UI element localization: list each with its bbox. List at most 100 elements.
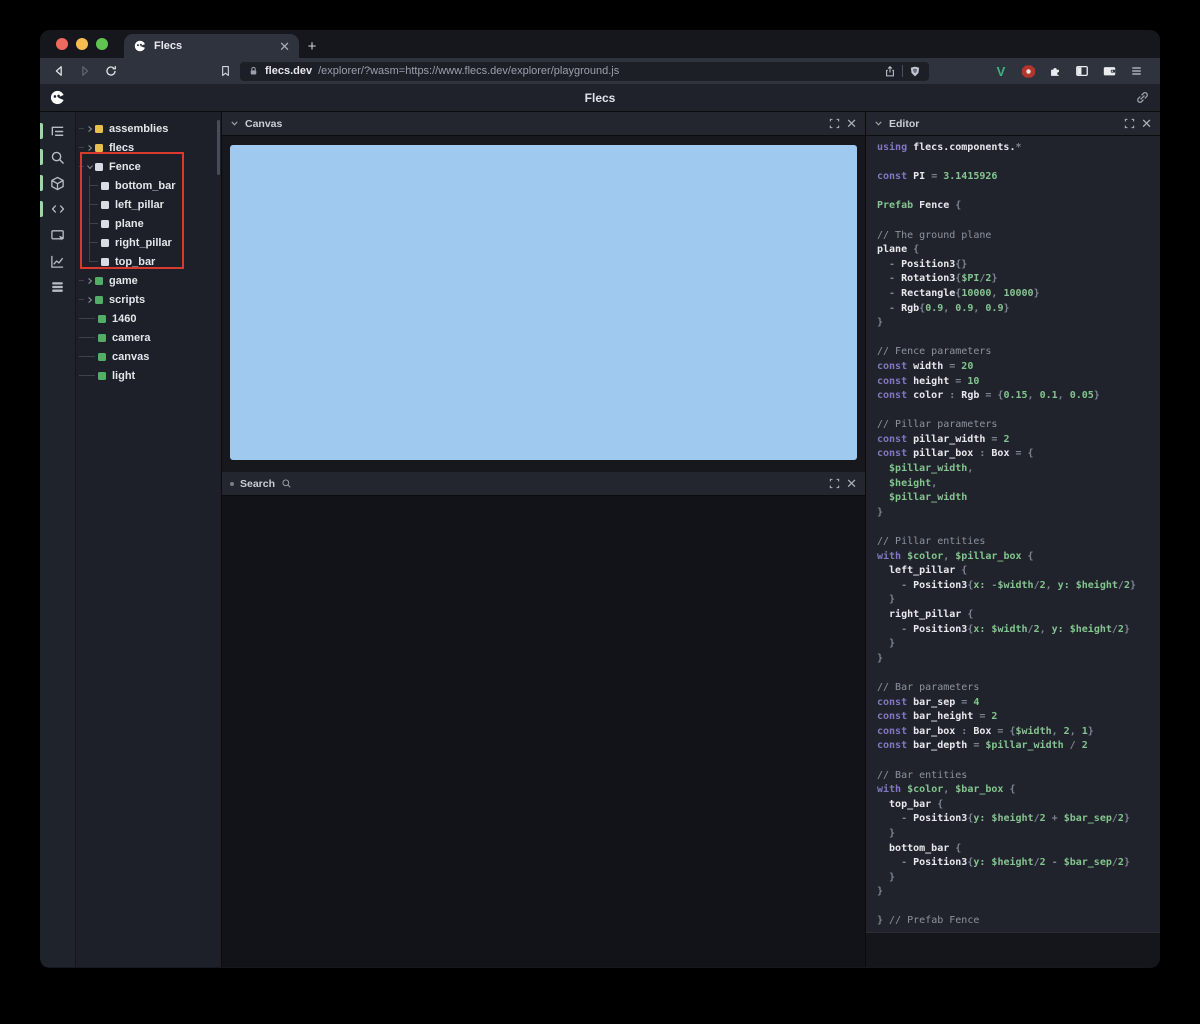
chevron-down-icon[interactable] bbox=[84, 163, 95, 171]
tree-item-label: plane bbox=[115, 217, 144, 230]
vue-devtools-icon[interactable]: V bbox=[991, 61, 1011, 81]
render-canvas[interactable] bbox=[230, 145, 857, 460]
tree-item-camera[interactable]: camera bbox=[76, 328, 221, 347]
tree-item-flecs[interactable]: flecs bbox=[76, 138, 221, 157]
chevron-right-icon[interactable] bbox=[84, 125, 95, 133]
minimize-window-button[interactable] bbox=[76, 38, 88, 50]
close-panel-icon[interactable]: ✕ bbox=[846, 117, 857, 130]
page-title: Flecs bbox=[584, 90, 616, 105]
chevron-down-icon[interactable] bbox=[874, 119, 883, 128]
tree-view-icon[interactable] bbox=[40, 118, 75, 144]
chevron-right-icon[interactable] bbox=[84, 296, 95, 304]
reload-button[interactable] bbox=[102, 62, 120, 80]
menu-icon[interactable] bbox=[1126, 61, 1146, 81]
code-line: with $color, $pillar_box { bbox=[877, 550, 1034, 562]
new-tab-button[interactable]: + bbox=[299, 34, 325, 58]
link-icon[interactable] bbox=[1135, 90, 1150, 105]
code-line: const bar_sep = 4 bbox=[877, 696, 980, 708]
tree-item-light[interactable]: light bbox=[76, 366, 221, 385]
forward-button[interactable] bbox=[76, 62, 94, 80]
entity-square-icon bbox=[98, 352, 106, 361]
tree-item-scripts[interactable]: scripts bbox=[76, 290, 221, 309]
code-line: // Pillar entities bbox=[877, 536, 986, 548]
code-line: const bar_depth = $pillar_width / 2 bbox=[877, 740, 1088, 752]
canvas-panel-title: Canvas bbox=[245, 117, 283, 130]
search-panel-header[interactable]: Search ✕ bbox=[222, 472, 865, 496]
tree-connector bbox=[90, 204, 98, 205]
tab-close-icon[interactable]: ✕ bbox=[279, 40, 290, 53]
chevron-down-icon[interactable] bbox=[230, 119, 239, 128]
code-line: $pillar_width bbox=[877, 492, 968, 504]
inspect-icon[interactable] bbox=[40, 222, 75, 248]
code-line: - Position3{x: $width/2, y: $height/2} bbox=[877, 623, 1130, 635]
entity-square-icon bbox=[95, 295, 103, 304]
entity-square-icon bbox=[98, 333, 106, 342]
back-button[interactable] bbox=[50, 62, 68, 80]
browser-tab[interactable]: Flecs ✕ bbox=[124, 34, 299, 58]
wallet-icon[interactable] bbox=[1099, 61, 1119, 81]
search-icon[interactable] bbox=[40, 144, 75, 170]
entity-square-icon bbox=[95, 162, 103, 171]
tree-item-top_bar[interactable]: top_bar bbox=[76, 252, 221, 271]
entity-square-icon bbox=[101, 200, 109, 209]
tree-item-label: top_bar bbox=[115, 255, 156, 268]
entity-square-icon bbox=[101, 257, 109, 266]
tree-item-left_pillar[interactable]: left_pillar bbox=[76, 195, 221, 214]
close-panel-icon[interactable]: ✕ bbox=[846, 477, 857, 490]
url-bar[interactable]: flecs.dev /explorer/?wasm=https://www.fl… bbox=[240, 61, 929, 81]
expand-icon[interactable] bbox=[829, 118, 840, 129]
editor-panel-header[interactable]: Editor ✕ bbox=[866, 112, 1160, 136]
chart-icon[interactable] bbox=[40, 248, 75, 274]
adblock-extension-icon[interactable] bbox=[1018, 61, 1038, 81]
tree-item-assemblies[interactable]: assemblies bbox=[76, 119, 221, 138]
extensions-puzzle-icon[interactable] bbox=[1045, 61, 1065, 81]
panel-dot-icon[interactable] bbox=[230, 481, 234, 486]
code-line: // The ground plane bbox=[877, 229, 992, 241]
tree-connector bbox=[89, 195, 90, 214]
tree-connector bbox=[90, 185, 98, 186]
code-icon[interactable] bbox=[40, 196, 75, 222]
chevron-right-icon[interactable] bbox=[84, 277, 95, 285]
editor-panel-title: Editor bbox=[889, 117, 920, 130]
share-icon[interactable] bbox=[884, 65, 896, 78]
cube-icon[interactable] bbox=[40, 170, 75, 196]
canvas-panel-header[interactable]: Canvas ✕ bbox=[222, 112, 865, 136]
url-path: /explorer/?wasm=https://www.flecs.dev/ex… bbox=[318, 65, 620, 77]
tree-item-bottom_bar[interactable]: bottom_bar bbox=[76, 176, 221, 195]
search-body[interactable] bbox=[222, 496, 865, 967]
entity-square-icon bbox=[95, 276, 103, 285]
code-line: } bbox=[877, 886, 884, 898]
tree-item-1460[interactable]: 1460 bbox=[76, 309, 221, 328]
entity-square-icon bbox=[101, 238, 109, 247]
tree-item-plane[interactable]: plane bbox=[76, 214, 221, 233]
tree-item-label: canvas bbox=[112, 350, 150, 363]
tree-connector bbox=[79, 337, 95, 338]
search-panel: Search ✕ bbox=[222, 472, 865, 967]
chevron-right-icon[interactable] bbox=[84, 144, 95, 152]
tree-item-right_pillar[interactable]: right_pillar bbox=[76, 233, 221, 252]
expand-icon[interactable] bbox=[829, 478, 840, 489]
tree-item-game[interactable]: game bbox=[76, 271, 221, 290]
tree-connector bbox=[79, 375, 95, 376]
tree-item-canvas[interactable]: canvas bbox=[76, 347, 221, 366]
below-editor-filler bbox=[866, 932, 1160, 967]
code-line: const color : Rgb = {0.15, 0.1, 0.05} bbox=[877, 390, 1100, 402]
zoom-window-button[interactable] bbox=[96, 38, 108, 50]
expand-icon[interactable] bbox=[1124, 118, 1135, 129]
close-window-button[interactable] bbox=[56, 38, 68, 50]
code-editor[interactable]: using flecs.components.* const PI = 3.14… bbox=[866, 136, 1160, 932]
close-panel-icon[interactable]: ✕ bbox=[1141, 117, 1152, 130]
extension-icons: V bbox=[991, 61, 1146, 81]
rows-icon[interactable] bbox=[40, 274, 75, 300]
sidebar-toggle-icon[interactable] bbox=[1072, 61, 1092, 81]
canvas-body bbox=[222, 136, 865, 472]
tree-item-Fence[interactable]: Fence bbox=[76, 157, 221, 176]
tree-connector bbox=[89, 214, 90, 233]
brave-shield-icon[interactable] bbox=[909, 65, 921, 78]
bookmark-icon[interactable] bbox=[216, 62, 234, 80]
code-line: } bbox=[877, 317, 884, 329]
